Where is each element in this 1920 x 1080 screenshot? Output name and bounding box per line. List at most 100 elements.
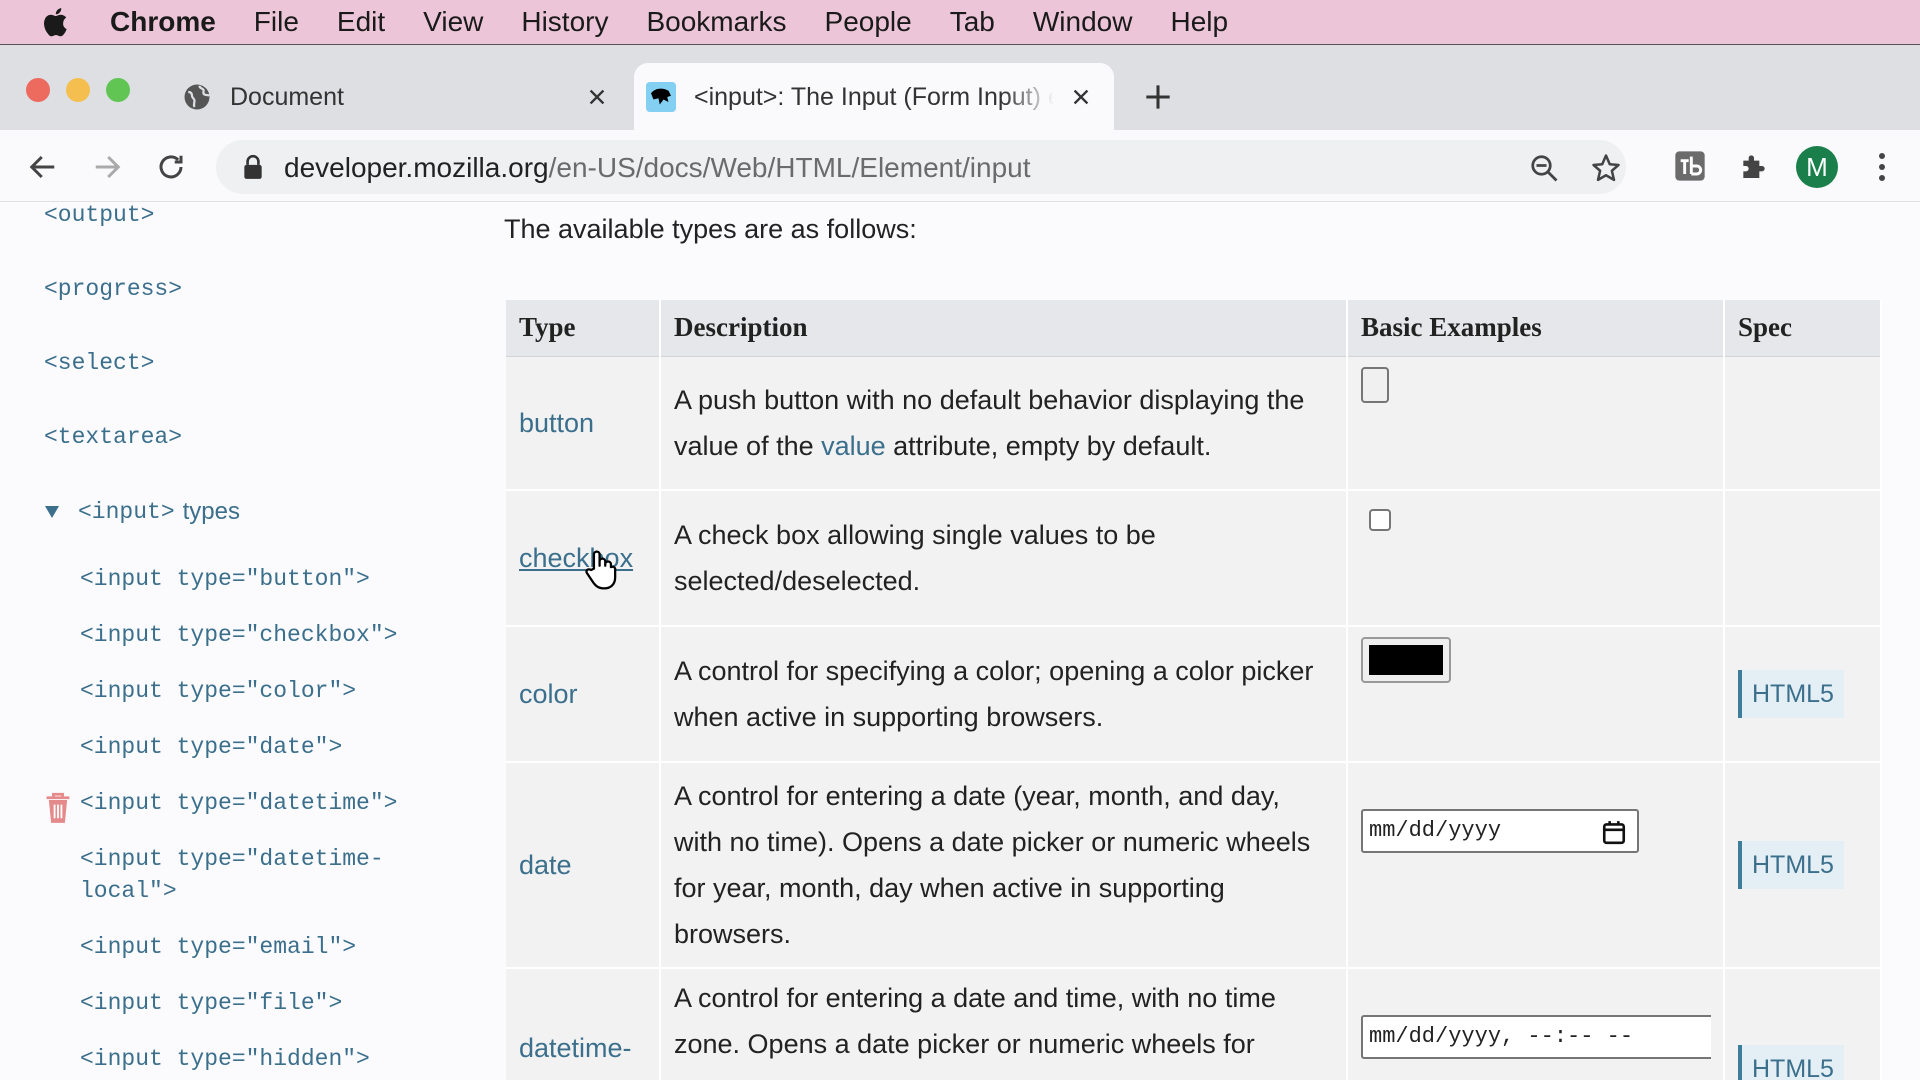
spec-badge[interactable]: HTML5 [1738, 841, 1844, 889]
menu-tab[interactable]: Tab [950, 6, 995, 38]
description-text: attribute, empty by default. [885, 430, 1212, 461]
example-datetime-local-input[interactable]: mm/dd/yyyy, --:-- -- [1361, 1015, 1711, 1059]
sidebar-item-textarea[interactable]: <textarea> [44, 424, 182, 450]
input-types-table: Type Description Basic Examples Spec but… [506, 300, 1882, 1080]
header-type: Type [506, 300, 661, 357]
spec-badge[interactable]: HTML5 [1738, 670, 1844, 718]
header-basic-examples: Basic Examples [1347, 300, 1725, 357]
menu-window[interactable]: Window [1033, 6, 1133, 38]
spec-cell [1724, 490, 1882, 627]
globe-icon [184, 84, 211, 110]
sidebar-item-input-datetime-local[interactable]: <input type="datetime- [80, 846, 384, 872]
type-cell: checkbox [506, 490, 661, 627]
spec-cell: HTML5 [1724, 968, 1882, 1080]
description-cell: A push button with no default behavior d… [660, 356, 1348, 491]
tab-title: <input>: The Input (Form Input) element … [694, 82, 1054, 111]
sidebar-item-input-datetime-local-cont[interactable]: local"> [80, 878, 177, 904]
sidebar-item-progress[interactable]: <progress> [44, 276, 182, 302]
browser-toolbar: developer.mozilla.org/en-US/docs/Web/HTM… [0, 130, 1920, 202]
example-cell: mm/dd/yyyy, --:-- -- [1347, 968, 1725, 1080]
apple-icon[interactable] [40, 5, 74, 39]
spec-badge[interactable]: HTML5 [1738, 1045, 1844, 1080]
description-cell: A control for entering a date (year, mon… [660, 762, 1348, 969]
sidebar-item-input-email[interactable]: <input type="email"> [80, 934, 356, 960]
type-cell: button [506, 356, 661, 491]
menu-bookmarks[interactable]: Bookmarks [646, 6, 786, 38]
reload-icon[interactable] [156, 152, 186, 182]
menu-view[interactable]: View [423, 6, 483, 38]
menu-bar: Chrome File Edit View History Bookmarks … [0, 0, 1920, 44]
type-link-datetime-local[interactable]: datetime- [519, 1033, 632, 1063]
menu-people[interactable]: People [825, 6, 912, 38]
example-cell: mm/dd/yyyy [1347, 762, 1725, 969]
hand-cursor-icon [585, 550, 617, 590]
value-attribute-link[interactable]: value [821, 431, 886, 461]
type-link-date[interactable]: date [519, 850, 572, 880]
sidebar-item-input-hidden[interactable]: <input type="hidden"> [80, 1046, 370, 1072]
example-checkbox[interactable] [1369, 509, 1391, 531]
tab-title: Document [230, 82, 344, 111]
description-cell: A control for entering a date and time, … [660, 968, 1348, 1080]
tab-document[interactable]: Document [170, 63, 630, 131]
description-cell: A control for specifying a color; openin… [660, 626, 1348, 763]
sidebar-item-input-checkbox[interactable]: <input type="checkbox"> [80, 622, 397, 648]
spec-cell: HTML5 [1724, 626, 1882, 763]
lock-icon[interactable] [242, 154, 264, 180]
new-tab-icon[interactable] [1144, 83, 1172, 111]
star-icon[interactable] [1591, 153, 1621, 183]
menu-history[interactable]: History [521, 6, 608, 38]
sidebar-group-code: <input> [78, 499, 175, 525]
spec-cell [1724, 356, 1882, 491]
date-placeholder: mm/dd/yyyy [1369, 818, 1502, 843]
sidebar-item-input-date[interactable]: <input type="date"> [80, 734, 342, 760]
sidebar-group-input-types[interactable]: <input> types [44, 498, 240, 526]
table-row: datetime- A control for entering a date … [506, 968, 1882, 1080]
type-cell: date [506, 762, 661, 969]
url-text[interactable]: developer.mozilla.org/en-US/docs/Web/HTM… [284, 152, 1031, 184]
close-icon[interactable] [1070, 86, 1092, 108]
back-icon[interactable] [28, 152, 58, 182]
url-domain: developer.mozilla.org [284, 152, 549, 183]
window-zoom-button[interactable] [106, 78, 130, 102]
menu-chrome[interactable]: Chrome [110, 6, 216, 38]
example-date-input[interactable]: mm/dd/yyyy [1361, 809, 1639, 853]
example-cell [1347, 490, 1725, 627]
window-minimize-button[interactable] [66, 78, 90, 102]
table-row: checkbox A check box allowing single val… [506, 490, 1882, 627]
mdn-icon [646, 82, 676, 112]
menu-file[interactable]: File [254, 6, 299, 38]
table-row: button A push button with no default beh… [506, 356, 1882, 491]
profile-avatar[interactable]: M [1796, 146, 1838, 188]
spec-cell: HTML5 [1724, 762, 1882, 969]
zoom-icon[interactable] [1529, 153, 1559, 183]
intro-text: The available types are as follows: [504, 214, 917, 244]
more-menu-icon[interactable] [1872, 152, 1892, 182]
extensions-puzzle-icon[interactable] [1738, 150, 1770, 182]
color-swatch [1369, 645, 1443, 675]
example-cell [1347, 356, 1725, 491]
trash-icon [46, 792, 70, 823]
extension-tb-icon[interactable] [1674, 150, 1706, 182]
example-color-picker[interactable] [1361, 637, 1451, 683]
address-bar[interactable]: developer.mozilla.org/en-US/docs/Web/HTM… [216, 140, 1626, 194]
sidebar-item-select[interactable]: <select> [44, 350, 154, 376]
menu-help[interactable]: Help [1170, 6, 1228, 38]
sidebar-nav: <output> <progress> <select> <textarea> … [0, 202, 480, 1080]
sidebar-item-input-button[interactable]: <input type="button"> [80, 566, 370, 592]
type-link-color[interactable]: color [519, 679, 578, 709]
tab-mdn-input[interactable]: <input>: The Input (Form Input) element … [634, 63, 1114, 131]
example-button[interactable] [1361, 366, 1389, 403]
table-row: date A control for entering a date (year… [506, 762, 1882, 969]
sidebar-item-input-datetime[interactable]: <input type="datetime"> [80, 790, 397, 816]
tab-strip: Document <input>: The Input (Form Input)… [0, 44, 1920, 131]
description-cell: A check box allowing single values to be… [660, 490, 1348, 627]
window-close-button[interactable] [26, 78, 50, 102]
sidebar-item-input-file[interactable]: <input type="file"> [80, 990, 342, 1016]
type-link-button[interactable]: button [519, 408, 594, 438]
sidebar-item-input-color[interactable]: <input type="color"> [80, 678, 356, 704]
menu-edit[interactable]: Edit [337, 6, 385, 38]
calendar-icon[interactable] [1601, 819, 1627, 845]
forward-icon[interactable] [92, 152, 122, 182]
close-icon[interactable] [586, 86, 608, 108]
sidebar-item-output[interactable]: <output> [44, 202, 154, 228]
